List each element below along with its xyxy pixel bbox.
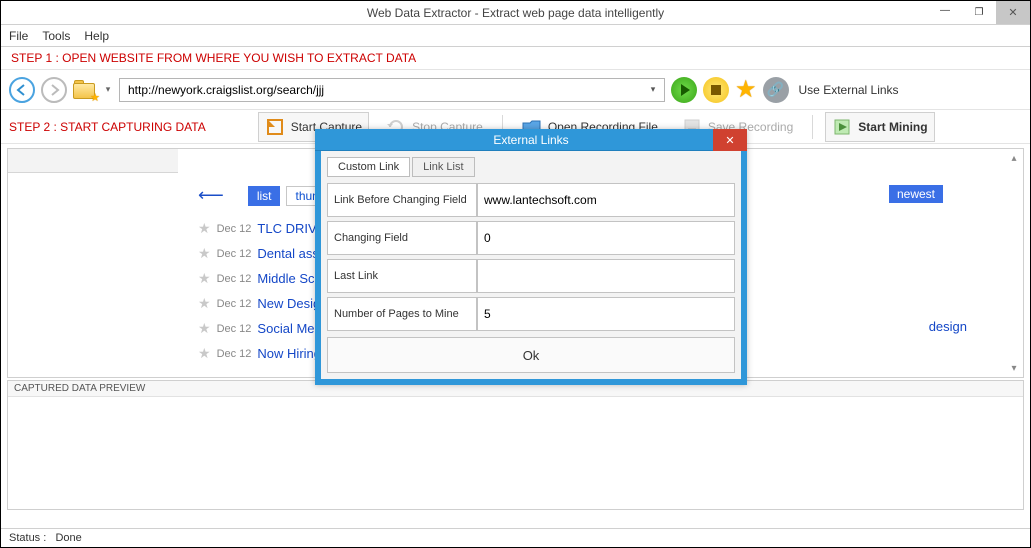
menu-help[interactable]: Help [84,29,109,43]
view-tab-list[interactable]: list [248,186,281,206]
maximize-button[interactable] [962,1,996,24]
menubar: File Tools Help [1,25,1030,47]
status-bar: Status : Done [1,528,1030,547]
favorites-dropdown-icon[interactable]: ▾ [103,84,113,95]
status-value: Done [55,532,81,544]
url-box: ▾ [119,78,665,102]
label-pages-to-mine: Number of Pages to Mine [327,297,477,331]
menu-tools[interactable]: Tools [42,29,70,43]
captured-preview-panel: CAPTURED DATA PREVIEW [7,380,1024,510]
scroll-down-icon[interactable]: ▾ [1007,361,1021,375]
close-button[interactable] [996,1,1030,24]
fav-star-icon[interactable]: ★ [198,270,211,287]
step1-label: STEP 1 : OPEN WEBSITE FROM WHERE YOU WIS… [1,47,1030,70]
mining-icon [832,117,852,137]
titlebar: Web Data Extractor - Extract web page da… [1,1,1030,25]
page-back-arrow-icon[interactable]: ⟵ [198,185,224,206]
input-pages-to-mine[interactable] [477,297,735,331]
tab-link-list[interactable]: Link List [412,157,474,177]
go-button[interactable] [671,77,697,103]
side-link-design[interactable]: design [929,319,967,334]
minimize-button[interactable] [928,1,962,24]
sort-newest[interactable]: newest [889,185,943,203]
label-last-link: Last Link [327,259,477,293]
label-link-before: Link Before Changing Field [327,183,477,217]
input-changing-field[interactable] [477,221,735,255]
dialog-close-button[interactable]: ✕ [713,129,747,151]
dialog-title-bar[interactable]: External Links ✕ [315,129,747,151]
step2-label: STEP 2 : START CAPTURING DATA [9,120,206,134]
fav-star-icon[interactable]: ★ [198,295,211,312]
browser-tabstrip [8,149,178,173]
status-label: Status : [9,532,46,544]
capture-icon [265,117,285,137]
external-links-label[interactable]: Use External Links [799,83,899,97]
label-changing-field: Changing Field [327,221,477,255]
forward-button[interactable] [41,77,67,103]
start-mining-button[interactable]: Start Mining [825,112,934,142]
stop-button[interactable] [703,77,729,103]
favorite-star-icon[interactable]: ★ [735,75,757,104]
dialog-title: External Links [493,133,568,147]
scroll-up-icon[interactable]: ▴ [1007,151,1021,165]
fav-star-icon[interactable]: ★ [198,245,211,262]
window-title: Web Data Extractor - Extract web page da… [367,6,664,20]
fav-star-icon[interactable]: ★ [198,345,211,362]
menu-file[interactable]: File [9,29,28,43]
external-links-icon[interactable]: 🔗 [763,77,789,103]
url-input[interactable] [126,82,626,98]
input-last-link[interactable] [477,259,735,293]
url-dropdown-icon[interactable]: ▾ [648,84,658,95]
fav-star-icon[interactable]: ★ [198,220,211,237]
ok-button[interactable]: Ok [517,347,546,364]
external-links-dialog: External Links ✕ Custom Link Link List L… [315,129,747,385]
tab-custom-link[interactable]: Custom Link [327,157,410,177]
nav-row: ★ ▾ ▾ ★ 🔗 Use External Links [1,70,1030,110]
back-button[interactable] [9,77,35,103]
input-link-before[interactable] [477,183,735,217]
fav-star-icon[interactable]: ★ [198,320,211,337]
favorites-folder-icon[interactable]: ★ [73,79,97,101]
